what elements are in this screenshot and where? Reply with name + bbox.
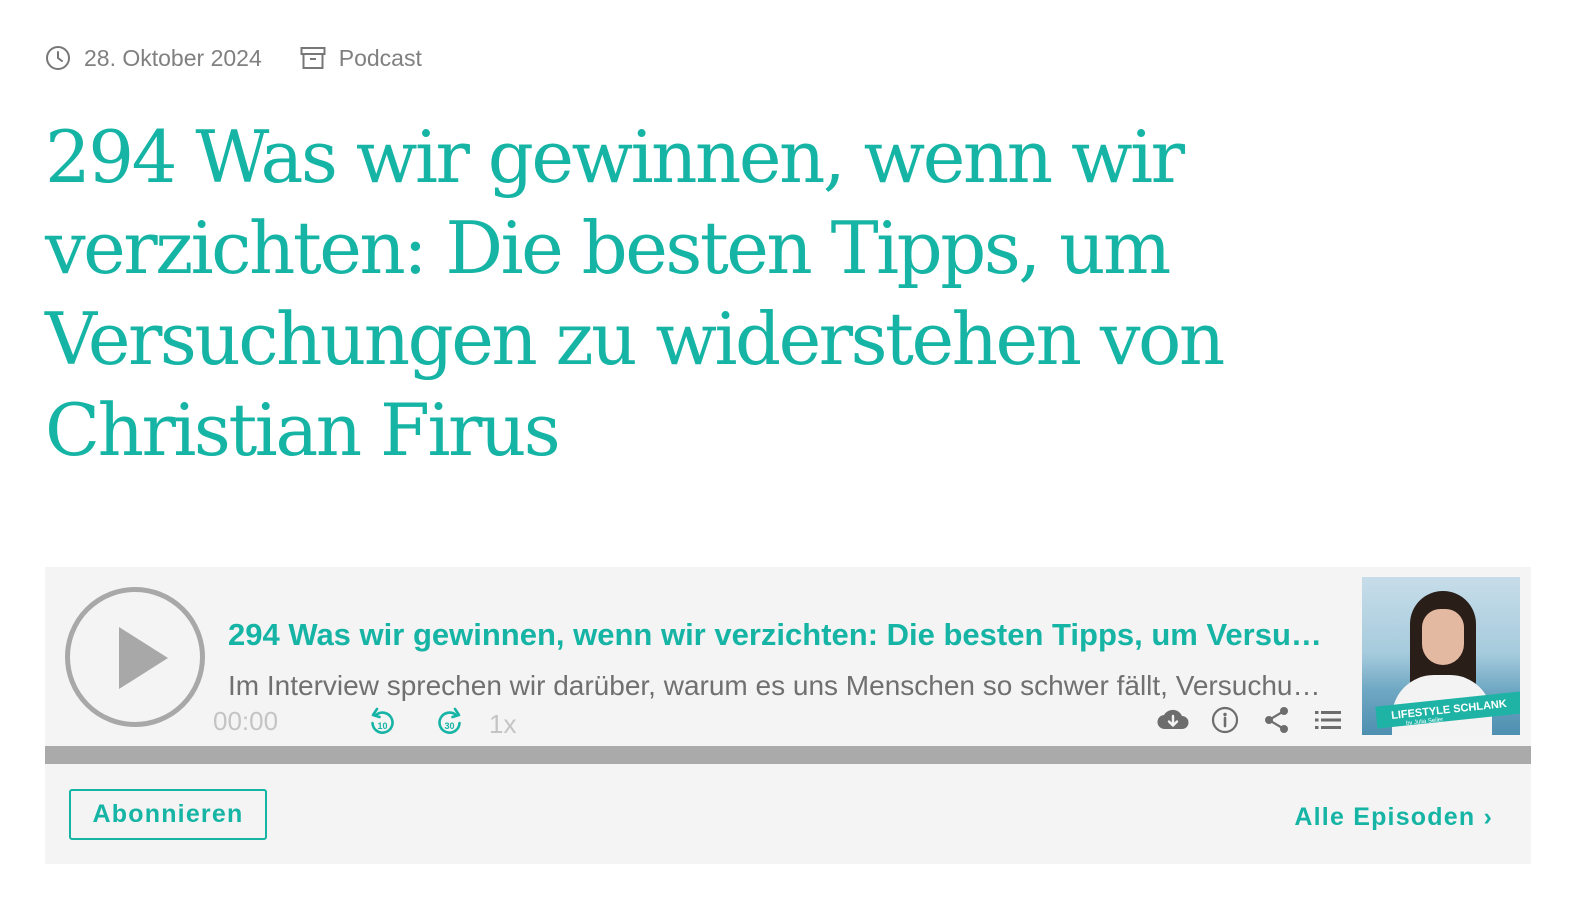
- play-button[interactable]: [65, 587, 205, 727]
- podcast-player: 294 Was wir gewinnen, wenn wir verzichte…: [45, 567, 1531, 864]
- podcast-cover-image: LIFESTYLE SCHLANK by Julia Seiler: [1362, 577, 1520, 735]
- playback-speed-button[interactable]: 1x: [489, 709, 516, 740]
- post-category-link[interactable]: Podcast: [339, 45, 422, 72]
- info-button[interactable]: [1211, 706, 1239, 739]
- post-meta: 28. Oktober 2024 Podcast: [45, 40, 460, 76]
- progress-bar[interactable]: [45, 746, 1531, 764]
- archive-icon: [300, 47, 326, 69]
- share-icon: [1265, 707, 1288, 733]
- subscribe-button[interactable]: Abonnieren: [69, 789, 267, 840]
- forward-seconds: 30: [444, 721, 454, 731]
- share-button[interactable]: [1263, 706, 1291, 739]
- clock-icon: [46, 46, 70, 70]
- episode-title[interactable]: 294 Was wir gewinnen, wenn wir verzichte…: [228, 617, 1328, 653]
- episode-description: Im Interview sprechen wir darüber, warum…: [228, 670, 1328, 701]
- rewind-10-icon: 10: [371, 707, 394, 734]
- post-date: 28. Oktober 2024: [45, 45, 262, 72]
- post-date-text: 28. Oktober 2024: [84, 44, 262, 71]
- all-episodes-link[interactable]: Alle Episoden ›: [1294, 803, 1493, 832]
- post-category[interactable]: Podcast: [300, 45, 422, 72]
- download-button[interactable]: [1156, 705, 1190, 738]
- playlist-button[interactable]: [1314, 708, 1342, 737]
- rewind-seconds: 10: [377, 721, 387, 731]
- current-time: 00:00: [213, 706, 279, 736]
- forward-button[interactable]: 30: [436, 707, 464, 742]
- cover-face: [1422, 609, 1464, 665]
- download-icon: [1157, 709, 1189, 730]
- play-icon: [119, 627, 168, 689]
- playlist-icon: [1315, 711, 1341, 729]
- forward-30-icon: 30: [438, 707, 461, 734]
- info-icon: [1211, 706, 1239, 734]
- rewind-button[interactable]: 10: [368, 707, 396, 742]
- page-title: 294 Was wir gewinnen, wenn wir verzichte…: [45, 115, 1225, 472]
